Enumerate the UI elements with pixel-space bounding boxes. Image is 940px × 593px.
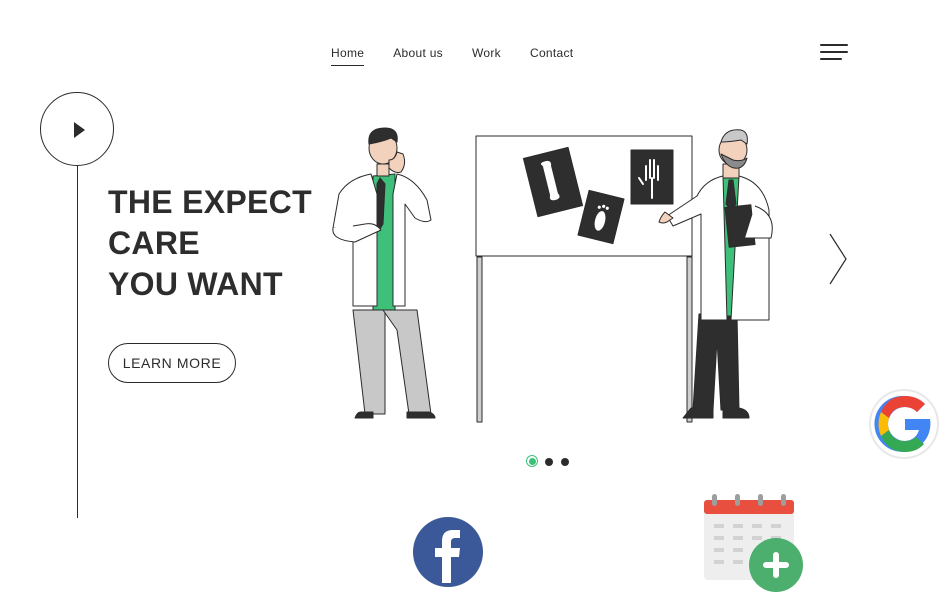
- learn-more-button[interactable]: LEARN MORE: [108, 343, 236, 383]
- nav-about-us[interactable]: About us: [393, 46, 443, 66]
- facebook-icon[interactable]: [413, 517, 483, 587]
- calendar-add-icon[interactable]: [700, 492, 806, 593]
- nav-contact[interactable]: Contact: [530, 46, 573, 66]
- carousel-dots: [526, 455, 572, 469]
- headline-line-3: YOU WANT: [108, 266, 283, 302]
- nav-home[interactable]: Home: [331, 46, 365, 66]
- play-icon[interactable]: [40, 92, 114, 166]
- timeline-line: [77, 166, 79, 518]
- carousel-dot-1-inner: [529, 458, 536, 465]
- google-icon[interactable]: [868, 388, 940, 460]
- chevron-right-icon[interactable]: [826, 232, 850, 286]
- doctors-xray-illustration: [332, 127, 773, 423]
- carousel-dot-3[interactable]: [561, 458, 569, 466]
- nav-work[interactable]: Work: [472, 46, 501, 66]
- carousel-dot-2[interactable]: [545, 458, 553, 466]
- main-nav: Home About us Work Contact: [331, 46, 573, 66]
- hamburger-icon[interactable]: [820, 42, 850, 62]
- headline-line-2: CARE: [108, 225, 200, 261]
- headline-line-1: THE EXPECT: [108, 184, 312, 220]
- hero-headline: THE EXPECT CARE YOU WANT: [108, 182, 312, 305]
